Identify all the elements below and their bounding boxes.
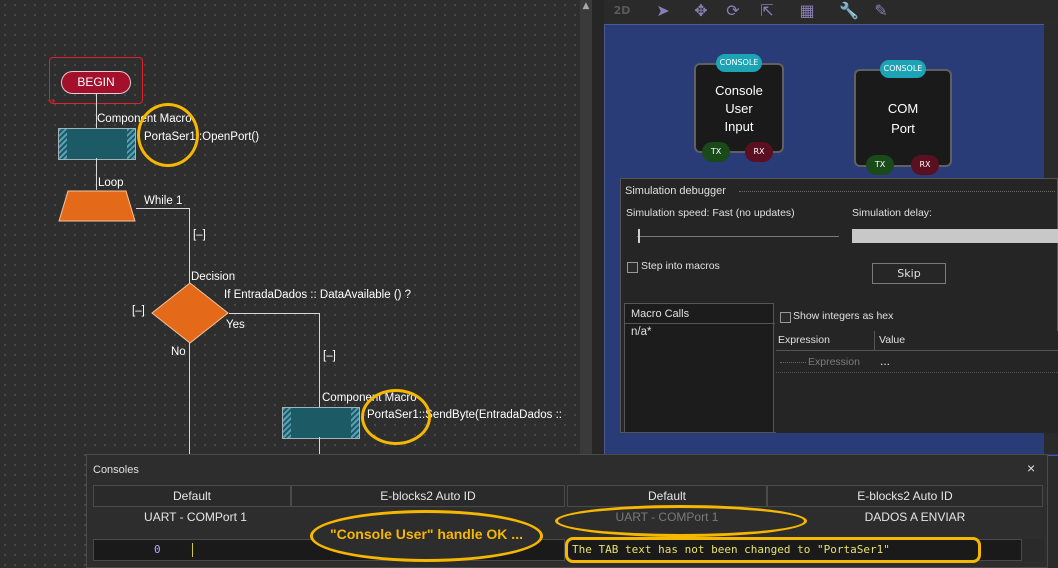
show-hex-label: Show integers as hex — [793, 310, 894, 322]
wrench-icon[interactable]: 🔧 — [836, 0, 862, 22]
header-divider — [776, 350, 1058, 351]
flow-line — [319, 313, 320, 407]
macro-calls-pane[interactable]: Macro Calls n/a* — [624, 303, 775, 433]
loop-title: Loop — [98, 177, 124, 189]
rx-pin: RX — [911, 155, 939, 175]
tx-pin: TX — [866, 155, 894, 175]
component-label-line: Console — [715, 83, 763, 98]
decision-collapse-left[interactable]: [–] — [132, 305, 145, 317]
debugger-title: Simulation debugger — [625, 185, 726, 197]
left-console-value: 0 — [154, 543, 161, 556]
expression-input-row[interactable]: Expression ... — [776, 352, 1058, 373]
left-header-eblocks[interactable]: E-blocks2 Auto ID — [291, 485, 565, 507]
step-into-macros-label: Step into macros — [641, 260, 720, 272]
component-label-line: Input — [724, 119, 754, 134]
consoles-title: Consoles — [93, 464, 139, 476]
simulation-delay-label: Simulation delay: — [852, 207, 932, 219]
component-macro-block-2[interactable] — [282, 407, 360, 439]
tx-pin: TX — [702, 142, 730, 162]
text-cursor — [192, 543, 193, 557]
flow-line — [96, 158, 97, 190]
expression-placeholder[interactable]: Expression — [808, 356, 860, 368]
move-icon[interactable]: ✥ — [688, 0, 714, 22]
flow-line — [136, 208, 190, 209]
expression-table[interactable]: Expression Value Expression ... — [776, 331, 1058, 433]
delay-slider[interactable] — [852, 229, 1058, 243]
left-tab-uart[interactable]: UART - COMPort 1 — [93, 507, 298, 529]
decision-no-label: No — [171, 346, 186, 358]
speed-slider-thumb[interactable] — [638, 229, 640, 243]
component-com-port[interactable]: COM Port — [854, 69, 952, 167]
show-hex-checkbox[interactable] — [780, 312, 791, 323]
left-header-default[interactable]: Default — [93, 485, 291, 507]
loop-block[interactable] — [58, 190, 136, 222]
component-console-user-input[interactable]: Console User Input — [694, 63, 784, 153]
consoles-window: Consoles × Default E-blocks2 Auto ID UAR… — [86, 454, 1048, 568]
consoles-scrollbar[interactable] — [1021, 539, 1044, 561]
step-into-macros-checkbox[interactable] — [627, 262, 638, 273]
macro-calls-value: n/a* — [631, 326, 652, 338]
highlight-ring-2 — [361, 389, 431, 445]
row-guide — [780, 362, 806, 363]
begin-block[interactable]: BEGIN — [61, 71, 131, 94]
orbit-icon[interactable]: ⟳ — [720, 0, 746, 22]
decision-condition: If EntradaDados :: DataAvailable () ? — [224, 289, 412, 301]
yes-collapse-toggle[interactable]: [–] — [323, 350, 336, 362]
right-text-highlight — [565, 537, 981, 563]
right-tab-dados[interactable]: DADOS A ENVIAR — [787, 507, 1043, 529]
loop-condition: While 1 — [144, 195, 183, 207]
component-label-line: User — [725, 101, 753, 116]
right-header-eblocks[interactable]: E-blocks2 Auto ID — [767, 485, 1043, 507]
entry-arrow-icon: → — [47, 96, 56, 107]
panel-toolbar: 2D ➤ ✥ ⟳ ⇱ ▦ 🔧 ✎ — [604, 0, 1058, 22]
column-divider — [874, 331, 875, 351]
component-label-line: Port — [891, 121, 915, 136]
expression-value: ... — [880, 354, 891, 368]
toolbar-2d-button[interactable]: 2D — [608, 0, 636, 22]
annotation-callout: "Console User" handle OK ... — [310, 510, 543, 562]
simulation-debugger-window: Simulation debugger Simulation speed: Fa… — [620, 178, 1058, 433]
macro-calls-header: Macro Calls — [631, 308, 690, 320]
brush-icon[interactable]: ✎ — [868, 0, 894, 22]
speed-slider-track[interactable] — [637, 236, 839, 237]
title-grip[interactable] — [739, 191, 1055, 193]
header-divider — [625, 323, 775, 324]
flow-line — [229, 313, 320, 314]
component-label-line: COM — [887, 101, 919, 116]
decision-block[interactable] — [151, 282, 229, 344]
decision-yes-label: Yes — [226, 319, 245, 331]
simulation-speed-label: Simulation speed: Fast (no updates) — [626, 207, 795, 219]
console-badge: CONSOLE — [880, 60, 926, 78]
pointer-icon[interactable]: ➤ — [650, 0, 676, 22]
loop-collapse-toggle[interactable]: [–] — [193, 229, 206, 241]
expression-column-header: Expression — [778, 334, 830, 346]
rx-pin: RX — [745, 142, 773, 162]
grid-icon[interactable]: ▦ — [794, 0, 820, 22]
value-column-header: Value — [879, 334, 906, 346]
scroll-up-icon[interactable]: ▲ — [580, 0, 592, 12]
console-badge: CONSOLE — [716, 54, 762, 72]
right-tab-highlight — [555, 505, 807, 537]
annotation-callout-text: "Console User" handle OK ... — [330, 526, 523, 542]
close-icon[interactable]: × — [1027, 460, 1035, 476]
skip-button[interactable]: Skip — [872, 263, 946, 284]
highlight-ring-1 — [137, 103, 199, 167]
resize-icon[interactable]: ⇱ — [754, 0, 780, 22]
right-header-default[interactable]: Default — [567, 485, 767, 507]
component-macro-block-1[interactable] — [58, 128, 136, 160]
